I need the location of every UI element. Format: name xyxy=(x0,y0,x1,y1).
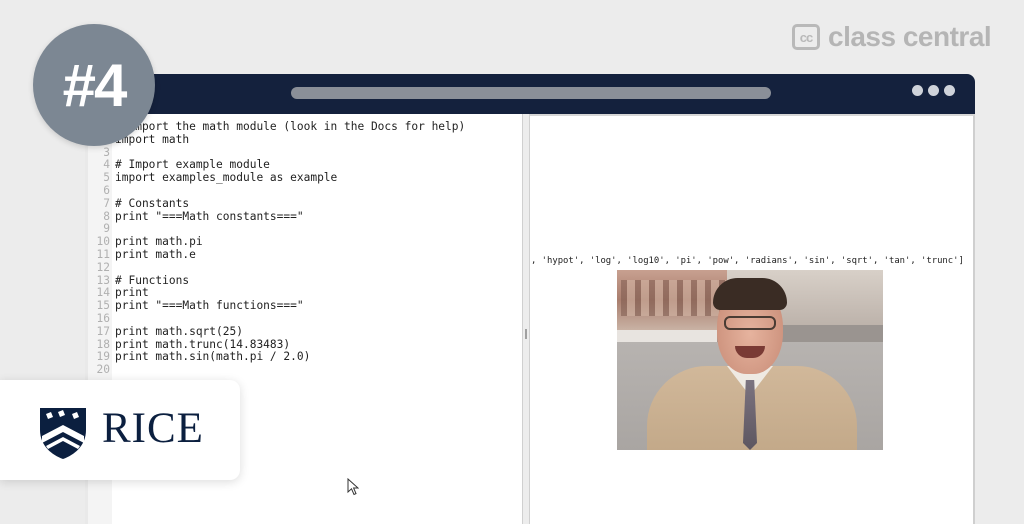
line-number: 12 xyxy=(96,260,110,274)
code-text[interactable]: import examples_module as example xyxy=(115,171,337,185)
line-number: 7 xyxy=(103,196,110,210)
address-bar[interactable] xyxy=(291,87,771,99)
code-line[interactable]: 17 print math.sqrt(25) xyxy=(88,324,465,339)
code-lines[interactable]: 1# Import the math module (look in the D… xyxy=(88,120,466,377)
instructor-glasses xyxy=(724,316,776,330)
code-text[interactable]: print math.e xyxy=(115,248,196,262)
classcentral-icon: cc xyxy=(792,24,820,50)
line-number: 11 xyxy=(96,247,110,261)
code-line[interactable]: 11 print math.e xyxy=(88,247,465,262)
code-line[interactable]: 2import math xyxy=(88,133,465,147)
window-titlebar xyxy=(85,74,975,114)
code-line[interactable]: 16 xyxy=(88,311,465,326)
window-dot-icon[interactable] xyxy=(928,85,939,96)
code-line[interactable]: 15 print "===Math functions===" xyxy=(88,299,465,313)
code-text[interactable]: print "===Math constants===" xyxy=(115,210,304,224)
code-text[interactable]: print math.sqrt(25) xyxy=(115,325,243,339)
line-number: 8 xyxy=(103,209,110,223)
instructor-hair xyxy=(713,278,787,310)
line-number: 5 xyxy=(103,171,110,185)
window-dot-icon[interactable] xyxy=(912,85,923,96)
rice-shield-icon xyxy=(40,408,86,459)
university-logo-card: RICE xyxy=(0,380,240,480)
window-dot-icon[interactable] xyxy=(944,85,955,96)
divider-grip-icon[interactable] xyxy=(525,329,527,339)
code-text[interactable]: print "===Math functions===" xyxy=(115,299,304,313)
code-text[interactable]: # Import the math module (look in the Do… xyxy=(115,120,465,134)
code-line[interactable]: 6 xyxy=(88,183,465,198)
mouse-cursor-icon xyxy=(347,478,359,496)
code-line[interactable]: 5 import examples_module as example xyxy=(88,171,465,185)
line-number: 20 xyxy=(96,363,110,377)
pane-divider[interactable] xyxy=(522,114,530,524)
classcentral-logo: cc class central xyxy=(792,21,992,52)
instructor-video xyxy=(617,270,883,450)
code-text[interactable]: print math.sin(math.pi / 2.0) xyxy=(115,351,310,364)
line-number: 16 xyxy=(96,311,110,325)
code-line[interactable]: 19 print math.sin(math.pi / 2.0) xyxy=(88,351,465,364)
line-number: 6 xyxy=(103,183,110,197)
line-number: 3 xyxy=(103,145,110,159)
code-line[interactable]: 12 xyxy=(88,260,465,275)
university-wordmark: RICE xyxy=(102,405,204,452)
output-line: , 'hypot', 'log', 'log10', 'pi', 'pow', … xyxy=(531,256,964,266)
video-background-sign xyxy=(617,330,717,342)
line-number: 17 xyxy=(96,324,110,338)
line-number: 4 xyxy=(103,158,110,172)
code-line[interactable]: 1# Import the math module (look in the D… xyxy=(88,120,465,134)
code-line[interactable]: 8 print "===Math constants===" xyxy=(88,209,465,224)
episode-badge: #4 xyxy=(33,24,155,146)
code-line[interactable]: 20 xyxy=(88,363,465,377)
code-line[interactable]: 7 # Constants xyxy=(88,196,465,211)
code-text[interactable]: # Constants xyxy=(115,197,189,211)
window-controls xyxy=(912,85,955,96)
classcentral-wordmark: class central xyxy=(828,21,992,52)
